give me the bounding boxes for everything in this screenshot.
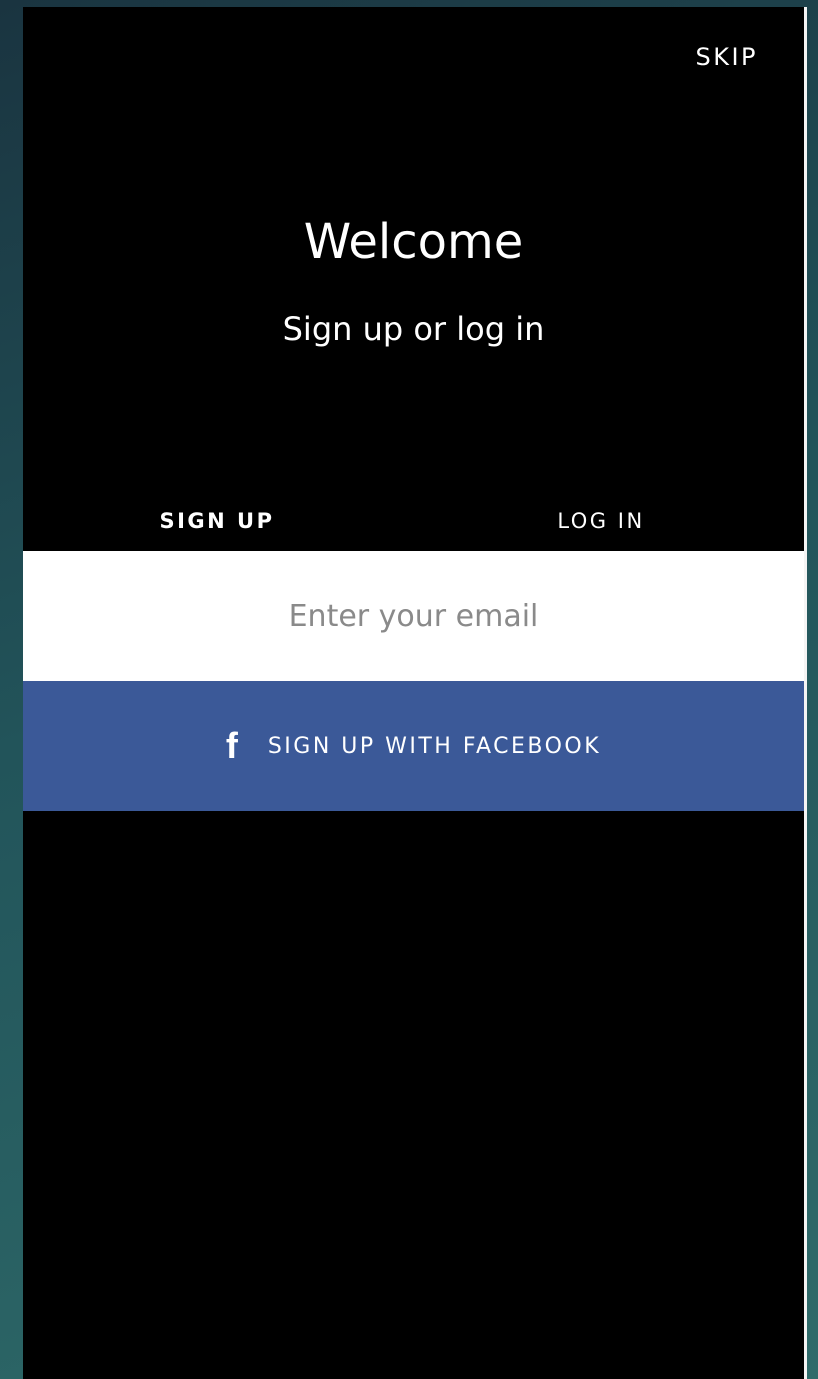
welcome-title: Welcome bbox=[303, 214, 524, 270]
facebook-signup-label: SIGN UP WITH FACEBOOK bbox=[267, 733, 602, 759]
tab-sign-up[interactable]: SIGN UP bbox=[87, 509, 347, 533]
screen-edge bbox=[804, 7, 807, 1379]
skip-button[interactable]: SKIP bbox=[695, 43, 758, 71]
email-field-container bbox=[23, 551, 804, 681]
app-screen: SKIP Welcome Sign up or log in SIGN UP L… bbox=[23, 7, 804, 1379]
welcome-subtitle: Sign up or log in bbox=[282, 310, 545, 348]
facebook-icon: f bbox=[225, 725, 238, 766]
email-field[interactable] bbox=[111, 597, 716, 635]
facebook-signup-button[interactable]: f SIGN UP WITH FACEBOOK bbox=[23, 681, 804, 811]
tab-log-in[interactable]: LOG IN bbox=[471, 509, 731, 533]
